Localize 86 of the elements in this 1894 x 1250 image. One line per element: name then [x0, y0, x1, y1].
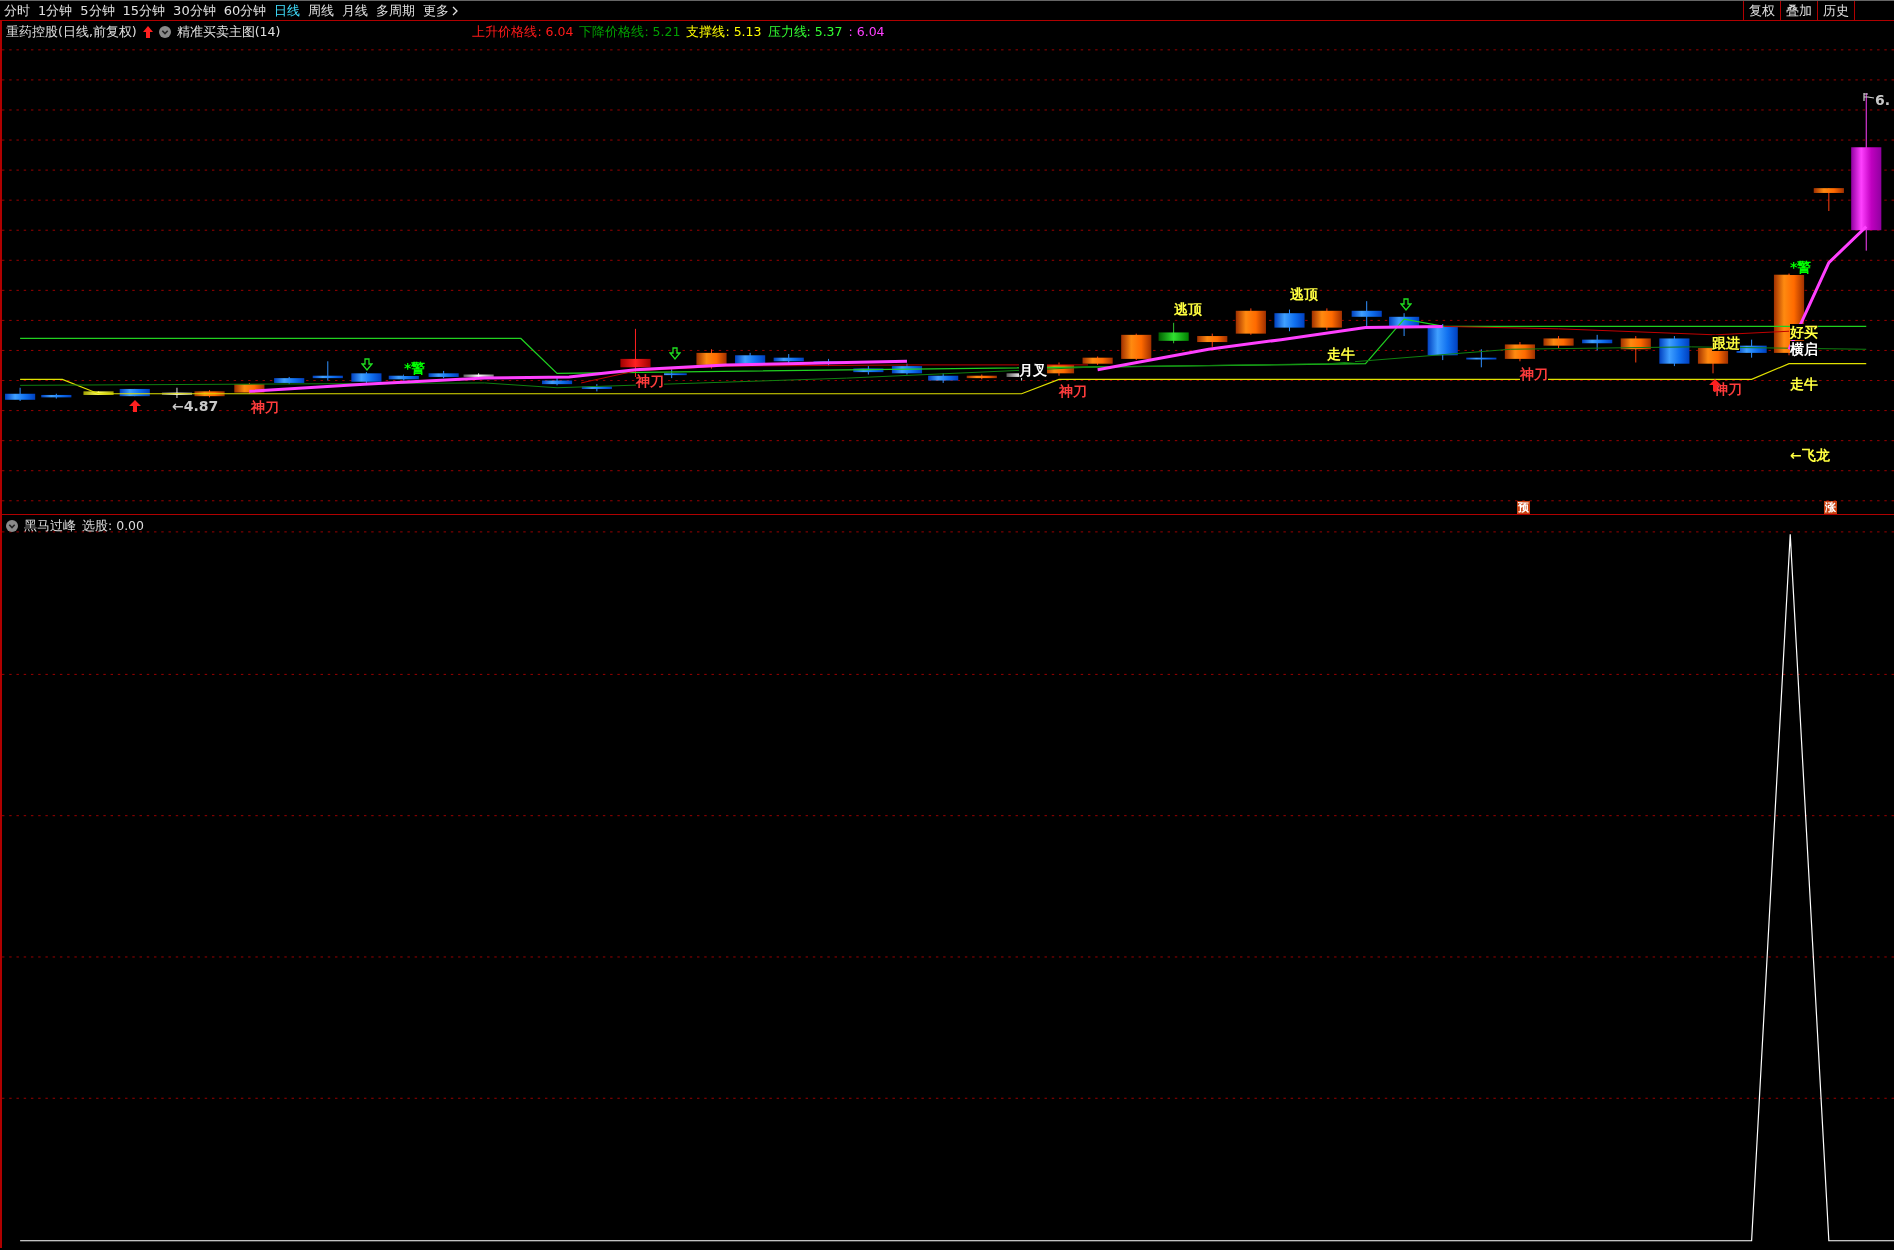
candlestick [1351, 300, 1382, 329]
chart-label: 6. [1875, 92, 1891, 108]
chart-label: 逃顶 [1174, 301, 1202, 317]
candlestick [853, 365, 884, 375]
chart-label: 好买 [1790, 324, 1818, 340]
candlestick [1504, 341, 1536, 362]
candlestick [1620, 335, 1651, 363]
chart-label: 横启 [1790, 341, 1818, 357]
candlestick [83, 390, 114, 396]
down-arrow-icon [361, 358, 373, 371]
period-tab[interactable]: 月线 [338, 1, 373, 20]
indicator-name: 黑马过峰 [24, 517, 76, 535]
candlestick [428, 370, 459, 379]
chart-label: *警 [1790, 259, 1812, 275]
candlestick [581, 383, 612, 392]
down-arrow-icon [669, 347, 681, 360]
chevron-down-icon[interactable] [6, 520, 18, 533]
period-tab[interactable]: 分时 [0, 1, 34, 20]
candlestick [1121, 333, 1152, 361]
indicator-value: 选股: 0.00 [82, 517, 145, 535]
candlestick [1389, 312, 1420, 337]
chart-label: 神刀 [636, 373, 664, 389]
candlestick [119, 388, 150, 397]
chart-label: 跟进 [1712, 335, 1740, 351]
candlestick [1311, 307, 1342, 331]
candlestick [5, 387, 36, 402]
candlestick [1813, 187, 1844, 212]
indicator-name: 精准买卖主图(14) [176, 23, 281, 41]
candlestick [312, 360, 343, 382]
chart-label: 神刀 [1059, 383, 1087, 399]
period-tab[interactable]: 日线 [270, 1, 305, 20]
candlestick [1659, 335, 1690, 367]
marker-tag: 涨 [1824, 501, 1837, 514]
legend-item: 支撑线: 5.13 [686, 23, 762, 41]
period-tab[interactable]: 多周期 [372, 1, 420, 20]
chart-label: 走牛 [1327, 346, 1355, 362]
period-tab[interactable]: 30分钟 [169, 1, 220, 20]
legend-item: 压力线: 5.37 [767, 23, 843, 41]
chart-label: 神刀 [251, 399, 279, 415]
flag-icon [1863, 93, 1875, 101]
candlestick [1082, 356, 1113, 366]
legend-item: 上升价格线: 6.04 [472, 23, 574, 41]
candlestick [1582, 334, 1613, 351]
candlestick [773, 353, 804, 365]
candlestick [696, 348, 727, 369]
candlestick [41, 393, 72, 400]
chart-label: *警 [404, 360, 426, 376]
candlestick [234, 382, 265, 395]
security-title: 重药控股(日线,前复权) [6, 23, 137, 41]
candlestick [928, 372, 959, 384]
toolbar-button[interactable]: 历史 [1817, 1, 1854, 20]
more-button[interactable]: 更多 [419, 1, 463, 20]
down-arrow-icon [1400, 298, 1412, 311]
period-tab[interactable]: 5分钟 [76, 1, 119, 20]
chart-label: 走牛 [1790, 376, 1818, 392]
candlestick [891, 363, 923, 375]
chart-label: 月叉 [1019, 362, 1047, 378]
candlestick [351, 371, 382, 384]
chart-label: ←飞龙 [1790, 447, 1830, 463]
period-tab[interactable]: 15分钟 [118, 1, 170, 20]
period-tab[interactable]: 60分钟 [219, 1, 271, 20]
candlestick [1466, 348, 1497, 368]
period-tab[interactable]: 1分钟 [34, 1, 77, 20]
candlestick [463, 372, 494, 379]
candlestick [1235, 307, 1266, 336]
up-arrow-icon [129, 400, 141, 412]
chevron-right-icon [452, 5, 459, 16]
candlestick [274, 376, 305, 385]
toolbar-button[interactable]: 复权 [1743, 1, 1780, 20]
candlestick [1543, 335, 1574, 349]
chart-label: 逃顶 [1290, 286, 1318, 302]
legend-item: : 6.04 [848, 23, 885, 41]
candlestick [966, 374, 997, 380]
chart-label: 神刀 [1520, 366, 1548, 382]
candlestick [1197, 333, 1228, 348]
candlestick [541, 377, 573, 386]
chart-label: ←4.87 [172, 398, 219, 414]
toolbar-button[interactable]: 叠加 [1780, 1, 1817, 20]
legend-item: 下降价格线: 5.21 [579, 23, 681, 41]
candlestick [1274, 309, 1305, 332]
period-tab[interactable]: 周线 [304, 1, 339, 20]
candlestick [735, 352, 766, 366]
marker-tag: 预 [1517, 501, 1530, 514]
chevron-down-icon[interactable] [158, 26, 171, 39]
candlestick [1158, 322, 1189, 344]
up-arrow-icon [142, 26, 153, 39]
